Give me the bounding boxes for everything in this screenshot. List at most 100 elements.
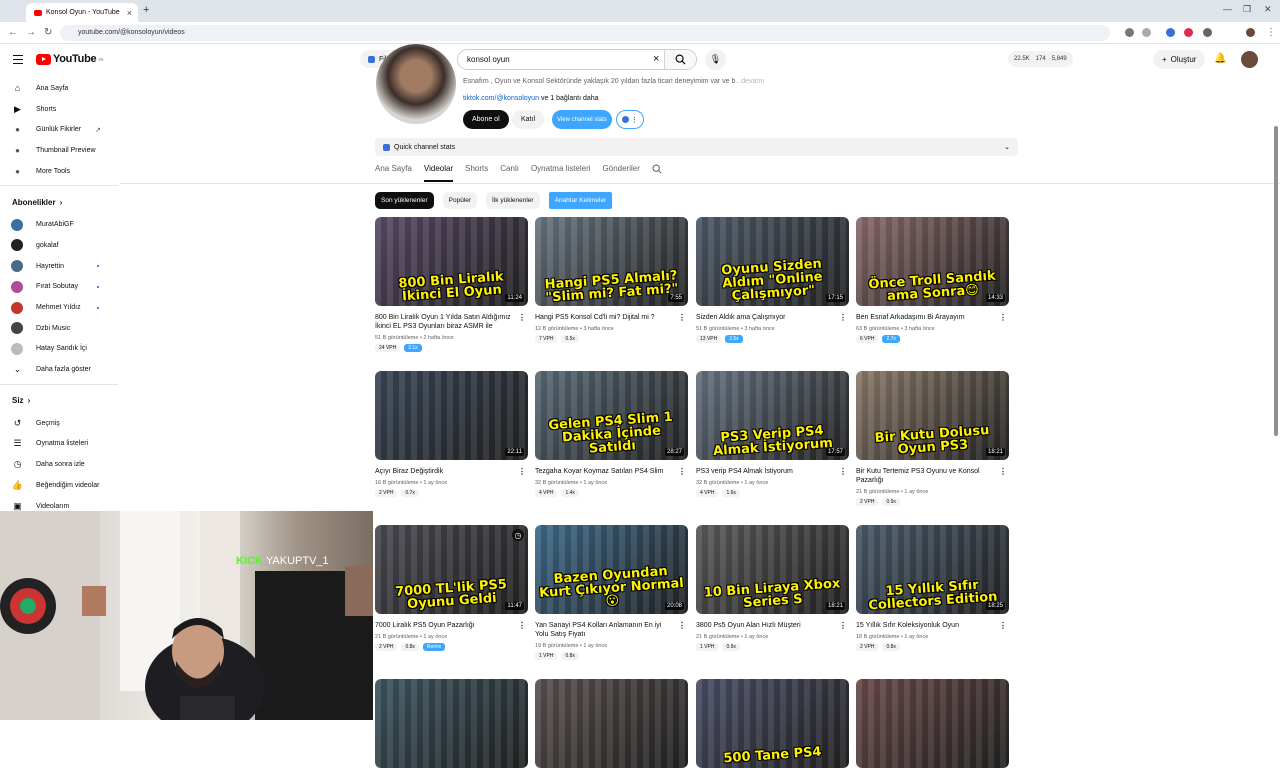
mic-icon[interactable]: 🎙 [705, 49, 726, 70]
tab-1[interactable]: Videolar [423, 164, 454, 182]
subscription-item[interactable]: Mehmet Yıldız [0, 297, 120, 318]
video-title[interactable]: Tezgaha Koyar Koymaz Satılan PS4 Slim [535, 467, 688, 476]
sidebar-item[interactable]: ● Thumbnail Preview [0, 140, 120, 161]
browser-tab[interactable]: Konsol Oyun - YouTube × [26, 3, 138, 22]
video-card[interactable]: 7000 TL'lik PS5 Oyunu Geldi 11:47 ◷ 7000 Li… [375, 525, 528, 651]
video-card[interactable]: 10 Bin Liraya Xbox Series S 18:21 3800 Ps5… [696, 525, 849, 651]
video-title[interactable]: Ben Esnaf Arkadaşımı Bi Arayayım [856, 313, 1009, 322]
tab-4[interactable]: Oynatma listeleri [531, 164, 591, 182]
sidebar-item[interactable]: ● Günlük Fikirler ↗ [0, 119, 120, 140]
notifications-bell-icon[interactable]: 🔔 [1214, 53, 1226, 64]
channel-description[interactable]: Esnafım , Oyun ve Konsol Sektöründe yakl… [463, 78, 764, 85]
video-menu-icon[interactable]: ⋮ [518, 621, 526, 630]
sidebar-item[interactable]: 👍 Beğendiğim videolar [0, 475, 120, 496]
video-title[interactable]: Açıyı Biraz Değiştirdik [375, 467, 528, 476]
subscriptions-heading[interactable]: Abonelikler › [0, 190, 120, 214]
you-heading[interactable]: Siz › [0, 389, 120, 413]
watch-later-icon[interactable]: ◷ [512, 529, 524, 541]
video-menu-icon[interactable]: ⋮ [518, 467, 526, 476]
video-menu-icon[interactable]: ⋮ [839, 621, 847, 630]
search-box[interactable]: konsol oyun × [457, 49, 697, 70]
video-menu-icon[interactable]: ⋮ [678, 467, 686, 476]
close-tab-icon[interactable]: × [127, 8, 132, 18]
join-button[interactable]: Katıl [512, 110, 545, 129]
puzzle-icon[interactable] [1203, 28, 1212, 37]
video-title[interactable]: 800 Bin Liralık Oyun 1 Yılda Satın Aldığ… [375, 313, 528, 331]
sidebar-item[interactable]: ☰ Oynatma listeleri [0, 434, 120, 455]
video-card[interactable]: 22:11 Açıyı Biraz Değiştirdik ⋮ 16 B görünt… [375, 371, 528, 497]
subscribe-button[interactable]: Abone ol [463, 110, 509, 129]
video-menu-icon[interactable]: ⋮ [678, 313, 686, 322]
remix-badge[interactable]: Remix [422, 643, 446, 651]
video-card[interactable]: 15 Yıllık Sıfır Collectors Edition 18:25 1… [856, 525, 1009, 651]
tab-5[interactable]: Gönderiler [603, 164, 640, 182]
show-more-button[interactable]: ⌄ Daha fazla göster [0, 359, 120, 380]
subscription-item[interactable]: Fırat Sobutay [0, 277, 120, 298]
create-button[interactable]: + Oluştur [1153, 50, 1206, 69]
video-menu-icon[interactable]: ⋮ [839, 313, 847, 322]
stats-pill[interactable]: 22.5K 174 5,849 [1008, 51, 1073, 67]
tab-3[interactable]: Canlı [500, 164, 519, 182]
video-menu-icon[interactable]: ⋮ [999, 621, 1007, 630]
video-menu-icon[interactable]: ⋮ [678, 621, 686, 630]
cast-icon[interactable] [1125, 28, 1134, 37]
video-card[interactable]: 800 Bin Liralık İkinci El Oyun 11:24 800 B… [375, 217, 528, 352]
video-card[interactable]: 500 Tane PS4 [696, 679, 849, 768]
video-title[interactable]: 3800 Ps5 Oyun Alan Hızlı Müşteri [696, 621, 849, 630]
forward-icon[interactable]: → [26, 27, 36, 38]
channel-link[interactable]: tiktok.com/@konsoloyun ve 1 bağlantı dah… [463, 95, 599, 102]
tab-0[interactable]: Ana Sayfa [375, 164, 412, 182]
back-icon[interactable]: ← [8, 27, 18, 38]
video-menu-icon[interactable]: ⋮ [999, 467, 1007, 476]
video-card[interactable]: Oyunu Sizden Aldım "Online Çalışmıyor" 17… [696, 217, 849, 343]
video-card[interactable] [375, 679, 528, 768]
tiktok-link[interactable]: tiktok.com/@konsoloyun [463, 95, 539, 102]
kebab-menu-icon[interactable]: ⋮ [1266, 27, 1276, 38]
channel-search-icon[interactable] [652, 164, 662, 182]
clear-search-icon[interactable]: × [653, 53, 659, 65]
sidebar-item[interactable]: ↺ Geçmiş [0, 413, 120, 434]
close-window-icon[interactable]: ✕ [1264, 4, 1272, 15]
extension-icon[interactable] [1166, 28, 1175, 37]
tab-2[interactable]: Shorts [465, 164, 488, 182]
sidebar-item[interactable]: ⌂ Ana Sayfa [0, 78, 120, 99]
video-thumbnail[interactable]: Bir Kutu Dolusu Oyun PS3 18:21 [856, 371, 1009, 460]
video-thumbnail[interactable]: 800 Bin Liralık İkinci El Oyun 11:24 [375, 217, 528, 306]
video-thumbnail[interactable]: 10 Bin Liraya Xbox Series S 18:21 [696, 525, 849, 614]
video-thumbnail[interactable] [535, 679, 688, 768]
video-thumbnail[interactable]: Önce Troll Sandık ama Sonra😊 14:33 [856, 217, 1009, 306]
sidebar-item[interactable]: ● More Tools [0, 161, 120, 182]
video-thumbnail[interactable]: 22:11 [375, 371, 528, 460]
video-card[interactable]: Önce Troll Sandık ama Sonra😊 14:33 Ben Esn… [856, 217, 1009, 343]
video-menu-icon[interactable]: ⋮ [999, 313, 1007, 322]
sidebar-item[interactable]: ▶ Shorts [0, 99, 120, 120]
sort-chip[interactable]: Popüler [442, 192, 478, 209]
maximize-icon[interactable]: ❐ [1243, 4, 1251, 15]
video-thumbnail[interactable]: Gelen PS4 Slim 1 Dakika İçinde Satıldı 28… [535, 371, 688, 460]
youtube-logo[interactable]: YouTube TR [36, 53, 103, 65]
video-card[interactable]: Bazen Oyundan Kurt Çıkıyor Normal😮 20:08 Y… [535, 525, 688, 660]
sort-chip[interactable]: Anahtar Kelimeler [548, 192, 613, 209]
video-thumbnail[interactable]: 15 Yıllık Sıfır Collectors Edition 18:25 [856, 525, 1009, 614]
video-title[interactable]: Bir Kutu Tertemiz PS3 Oyunu ve Konsol Pa… [856, 467, 1009, 485]
video-title[interactable]: Yan Sanayi PS4 Kolları Anlamanın En iyi … [535, 621, 688, 639]
sort-chip[interactable]: Son yüklenenler [375, 192, 434, 209]
video-card[interactable] [535, 679, 688, 768]
search-button[interactable] [664, 50, 696, 69]
video-card[interactable] [856, 679, 1009, 768]
video-thumbnail[interactable]: 500 Tane PS4 [696, 679, 849, 768]
video-title[interactable]: Sizden Aldık ama Çalışmıyor [696, 313, 849, 322]
hamburger-icon[interactable] [13, 55, 23, 67]
sort-chip[interactable]: İlk yüklenenler [486, 192, 540, 209]
subscription-item[interactable]: Dzbi Music [0, 318, 120, 339]
video-title[interactable]: 15 Yıllık Sıfır Koleksiyonluk Oyun [856, 621, 1009, 630]
video-title[interactable]: PS3 verip PS4 Almak İstiyorum [696, 467, 849, 476]
new-tab-icon[interactable]: + [143, 4, 149, 16]
subscription-item[interactable]: Hayrettin [0, 256, 120, 277]
video-menu-icon[interactable]: ⋮ [839, 467, 847, 476]
sidebar-item[interactable]: ◷ Daha sonra izle [0, 454, 120, 475]
video-thumbnail[interactable]: Oyunu Sizden Aldım "Online Çalışmıyor" 17… [696, 217, 849, 306]
video-title[interactable]: 7000 Liralık PS5 Oyun Pazarlığı [375, 621, 528, 630]
video-card[interactable]: Hangi PS5 Almalı? "Slim mi? Fat mi?" 7:55… [535, 217, 688, 343]
star-icon[interactable] [1142, 28, 1151, 37]
